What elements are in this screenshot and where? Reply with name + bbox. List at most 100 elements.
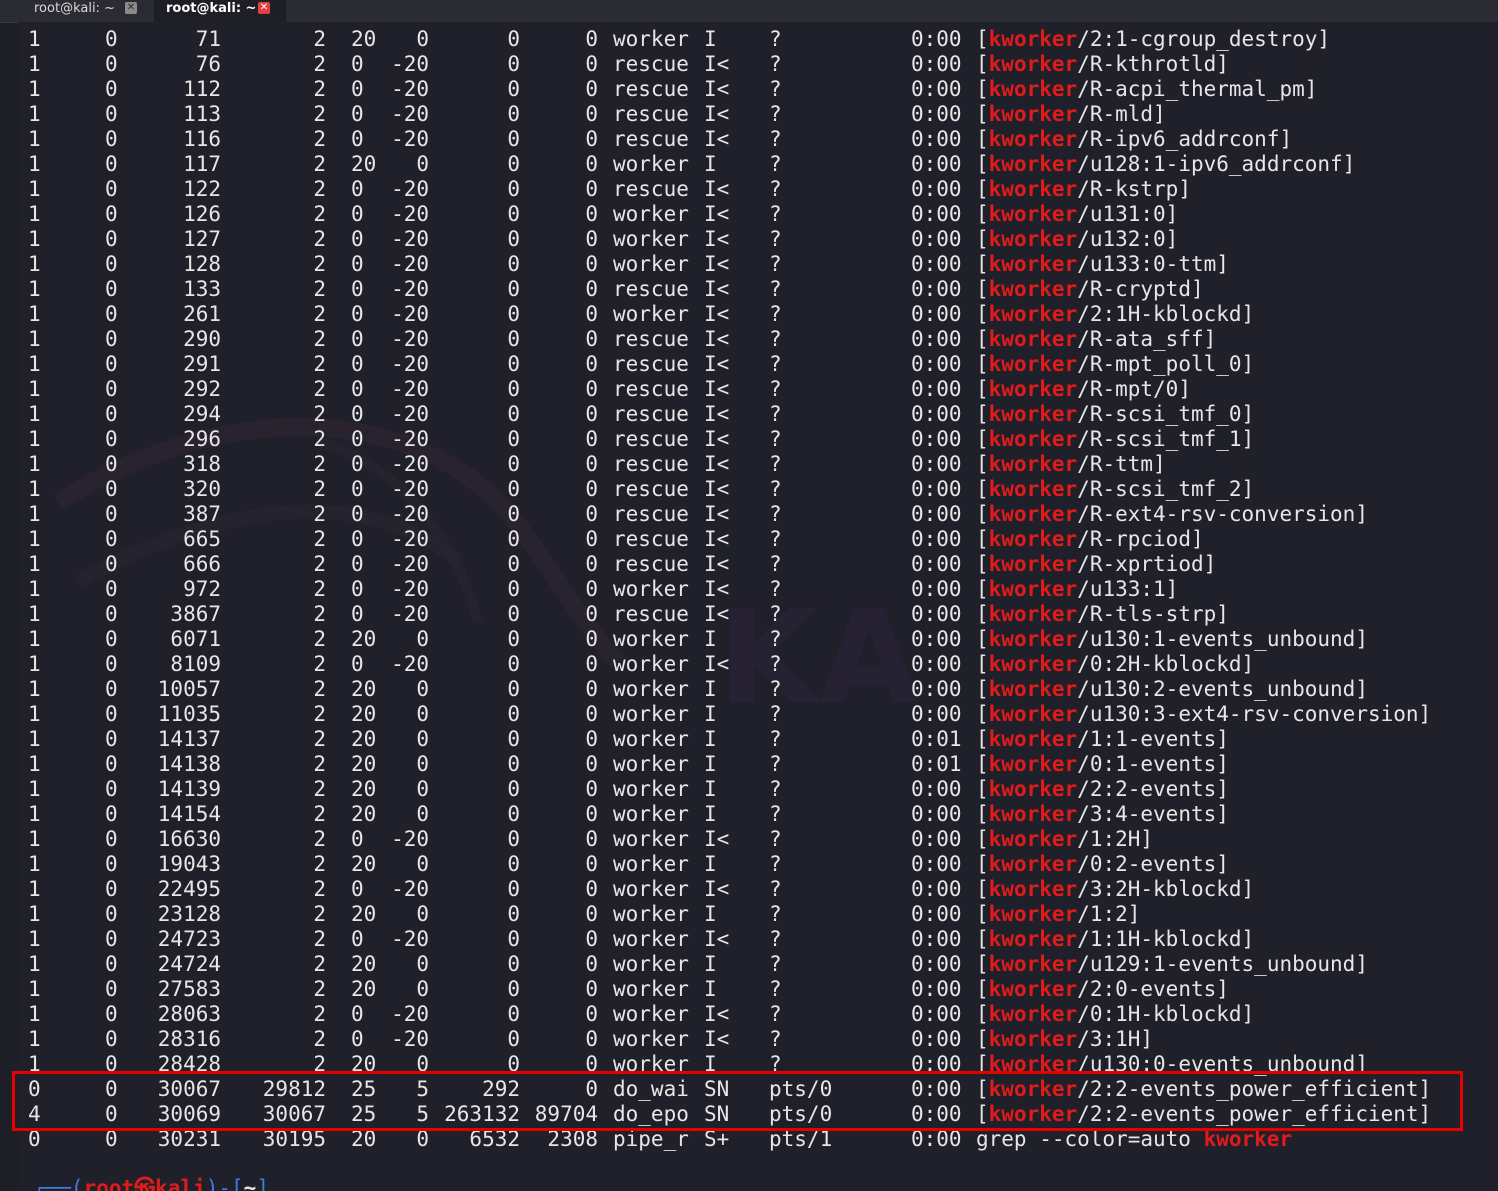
process-field: worker: [613, 202, 689, 226]
process-field: 0: [416, 777, 429, 801]
match-highlight: kworker: [988, 327, 1078, 351]
process-field: 1: [28, 1002, 41, 1026]
process-field: 0: [105, 1127, 118, 1151]
process-command: [kworker/R-acpi_thermal_pm]: [976, 77, 1318, 101]
process-command: [kworker/R-mld]: [976, 102, 1166, 126]
process-field: 0: [585, 277, 598, 301]
process-field: 0:00: [911, 777, 962, 801]
process-field: 0: [585, 602, 598, 626]
process-field: 2: [313, 302, 326, 326]
process-field: 0:00: [911, 627, 962, 651]
process-field: 0: [105, 702, 118, 726]
process-field: 20: [351, 952, 377, 976]
process-field: 122: [183, 177, 221, 201]
process-field: 0: [416, 702, 429, 726]
process-field: -20: [391, 327, 429, 351]
process-field: 0: [105, 252, 118, 276]
close-icon[interactable]: ✕: [258, 2, 270, 14]
process-field: 1: [28, 902, 41, 926]
process-field: worker: [613, 827, 689, 851]
process-field: 0: [351, 877, 364, 901]
process-field: rescue: [613, 477, 689, 501]
process-command: [kworker/2:2-events_power_efficient]: [976, 1077, 1432, 1101]
process-field: 0: [105, 652, 118, 676]
process-field: 0:00: [911, 52, 962, 76]
process-field: 0: [585, 552, 598, 576]
process-row: 1 0 320 2 0 -20 0 0 rescue I<? 0:00 [kworker/R-scsi…: [18, 477, 1498, 502]
process-field: I<: [704, 927, 730, 951]
process-command: [kworker/u128:1-ipv6_addrconf]: [976, 152, 1356, 176]
process-field: 1: [28, 402, 41, 426]
process-field: 1: [28, 102, 41, 126]
process-field: 2: [313, 902, 326, 926]
process-field: I<: [704, 402, 730, 426]
process-field: 126: [183, 202, 221, 226]
process-field: I<: [704, 577, 730, 601]
tab-label: root@kali: ~: [166, 1, 257, 16]
process-field: 0: [507, 927, 520, 951]
process-field: ?: [769, 927, 782, 951]
process-field: 27583: [157, 977, 221, 1001]
process-field: 0: [585, 252, 598, 276]
process-field: 116: [183, 127, 221, 151]
match-highlight: kworker: [988, 727, 1078, 751]
process-field: 0:01: [911, 752, 962, 776]
process-field: rescue: [613, 77, 689, 101]
process-field: 0: [105, 927, 118, 951]
process-field: 0: [507, 552, 520, 576]
process-field: I: [704, 752, 717, 776]
process-field: 0: [416, 977, 429, 1001]
match-highlight: kworker: [988, 277, 1078, 301]
process-field: 2: [313, 102, 326, 126]
process-field: -20: [391, 352, 429, 376]
process-field: 0: [507, 777, 520, 801]
process-row: 1 0 290 2 0 -20 0 0 rescue I<? 0:00 [kworker/R-ata_…: [18, 327, 1498, 352]
process-field: rescue: [613, 552, 689, 576]
process-field: 0: [585, 77, 598, 101]
process-field: SN: [704, 1077, 730, 1101]
process-field: 0: [507, 527, 520, 551]
process-field: ?: [769, 127, 782, 151]
process-field: 1: [28, 202, 41, 226]
match-highlight: kworker: [988, 252, 1078, 276]
process-field: 30069: [157, 1102, 221, 1126]
process-field: 0: [585, 152, 598, 176]
match-highlight: kworker: [988, 702, 1078, 726]
process-field: 0: [351, 102, 364, 126]
process-field: 0: [351, 452, 364, 476]
process-field: rescue: [613, 402, 689, 426]
process-field: worker: [613, 27, 689, 51]
process-field: 0:00: [911, 227, 962, 251]
process-field: I<: [704, 1002, 730, 1026]
process-field: 5: [416, 1102, 429, 1126]
terminal-tab-2-active[interactable]: root@kali: ~ ✕: [154, 0, 286, 22]
terminal-tab-1[interactable]: root@kali: ~ ✕: [20, 0, 148, 22]
process-field: 0: [105, 477, 118, 501]
process-command: [kworker/3:1H]: [976, 1027, 1154, 1051]
process-command: [kworker/2:2-events]: [976, 777, 1229, 801]
process-field: 0: [351, 327, 364, 351]
process-field: ?: [769, 1027, 782, 1051]
process-command: [kworker/R-scsi_tmf_0]: [976, 402, 1255, 426]
process-field: 0: [507, 502, 520, 526]
process-command: [kworker/u133:0-ttm]: [976, 252, 1229, 276]
process-field: 0: [585, 1002, 598, 1026]
process-field: 20: [351, 627, 377, 651]
process-field: 0: [507, 152, 520, 176]
process-field: 0: [507, 752, 520, 776]
process-field: -20: [391, 552, 429, 576]
match-highlight: kworker: [988, 52, 1078, 76]
process-field: 0: [507, 327, 520, 351]
match-highlight: kworker: [988, 27, 1078, 51]
process-row: 1 0 28316 2 0 -20 0 0 worker I<? 0:00 [kworker/3:1H…: [18, 1027, 1498, 1052]
terminal-output[interactable]: KA 1 0 71 2 20 0 0 0 worker I? 0:00 [kworker/2:1-cg…: [18, 22, 1498, 1191]
process-field: 2: [313, 727, 326, 751]
process-field: 0: [351, 277, 364, 301]
match-highlight: kworker: [1203, 1127, 1293, 1151]
close-icon[interactable]: ✕: [125, 2, 137, 14]
process-field: 0: [105, 827, 118, 851]
process-field: 2: [313, 152, 326, 176]
process-field: 133: [183, 277, 221, 301]
process-field: 0: [507, 702, 520, 726]
process-field: 0: [351, 477, 364, 501]
